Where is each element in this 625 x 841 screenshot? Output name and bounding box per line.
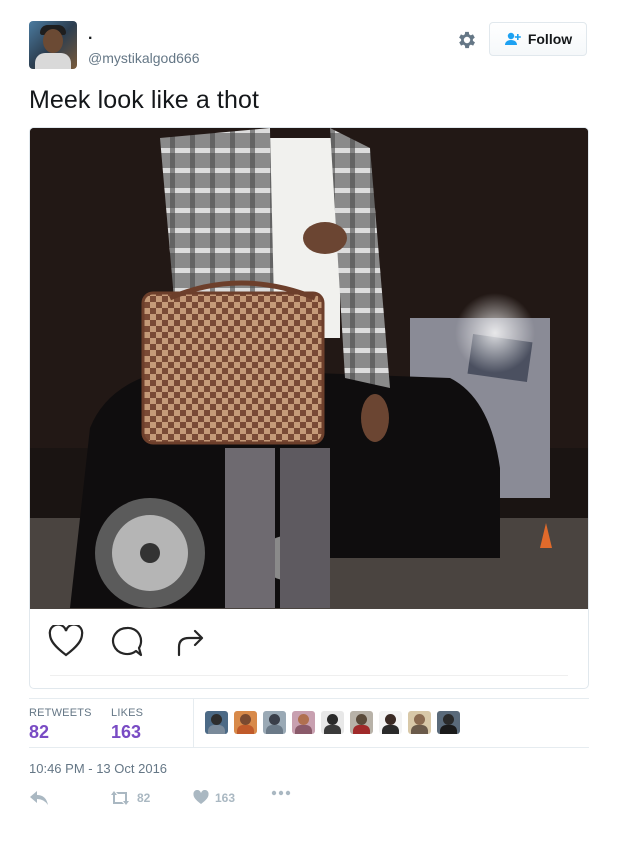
gear-icon[interactable] [456, 29, 478, 51]
retweet-button[interactable]: 82 [109, 790, 150, 806]
like-button[interactable]: 163 [193, 790, 235, 805]
stats-divider [193, 699, 194, 747]
liker-avatar[interactable] [437, 711, 460, 734]
more-button[interactable] [271, 790, 291, 796]
liker-avatar[interactable] [205, 711, 228, 734]
tweet-text: Meek look like a thot [29, 86, 259, 114]
retweet-count: 82 [137, 791, 151, 805]
likes-label: LIKES [111, 707, 144, 719]
tweet-photo[interactable] [30, 128, 588, 609]
retweets-label: RETWEETS [29, 707, 92, 719]
likes-count: 163 [111, 722, 142, 742]
follow-button[interactable]: Follow [489, 22, 587, 56]
heart-icon [193, 790, 209, 804]
reply-button[interactable] [29, 790, 49, 806]
liker-avatar[interactable] [263, 711, 286, 734]
liker-avatar[interactable] [292, 711, 315, 734]
retweets-stat[interactable]: RETWEETS 82 [29, 707, 92, 743]
liker-avatar[interactable] [379, 711, 402, 734]
likes-stat[interactable]: LIKES 163 [111, 707, 143, 743]
media-card[interactable] [29, 127, 589, 689]
display-name[interactable]: . [88, 26, 92, 44]
user-handle[interactable]: @mystikalgod666 [88, 50, 200, 66]
share-arrow-icon[interactable] [174, 625, 208, 659]
retweets-count: 82 [29, 722, 50, 742]
add-user-icon [504, 32, 521, 45]
liker-avatar[interactable] [350, 711, 373, 734]
reply-icon [30, 791, 48, 805]
tweet-timestamp[interactable]: 10:46 PM - 13 Oct 2016 [29, 761, 167, 776]
divider [50, 675, 568, 676]
media-action-bar [30, 609, 588, 688]
liker-avatar[interactable] [234, 711, 257, 734]
like-count: 163 [215, 790, 236, 805]
engagement-stats: RETWEETS 82 LIKES 163 [29, 698, 589, 748]
follow-label: Follow [527, 31, 573, 47]
liker-avatar[interactable] [408, 711, 431, 734]
tweet-actions: 82 163 [29, 790, 589, 814]
liker-avatar[interactable] [321, 711, 344, 734]
retweet-icon [111, 791, 129, 805]
comment-bubble-icon[interactable] [110, 625, 144, 659]
heart-outline-icon[interactable] [48, 625, 84, 657]
more-dots-icon [271, 790, 291, 796]
liker-avatars [205, 711, 460, 734]
user-avatar[interactable] [29, 21, 77, 69]
